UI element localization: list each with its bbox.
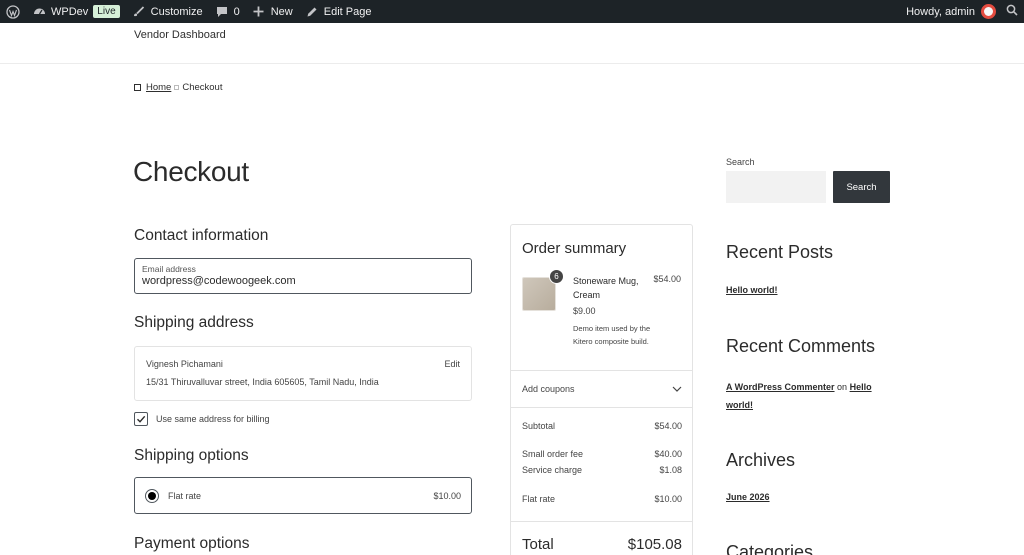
flat-rate-label: Flat rate (168, 490, 202, 501)
subtotal-row: Subtotal $54.00 (522, 421, 682, 431)
customize-label: Customize (150, 5, 203, 18)
comment-bubble-icon (215, 5, 229, 19)
flat-rate-summary-value: $10.00 (654, 494, 682, 504)
site-name: WPDev (51, 5, 89, 18)
checkmark-icon (137, 415, 146, 423)
shipping-options-heading: Shipping options (134, 447, 249, 464)
service-charge-row: Service charge $1.08 (522, 465, 682, 475)
chevron-down-icon (672, 384, 682, 394)
archive-link[interactable]: June 2026 (726, 492, 770, 502)
address-card: Vignesh Pichamani 15/31 Thiruvalluvar st… (134, 346, 472, 401)
header-divider (0, 63, 1024, 64)
payment-options-heading: Payment options (134, 535, 250, 552)
flat-rate-radio[interactable] (145, 488, 159, 503)
same-billing-row[interactable]: Use same address for billing (134, 412, 270, 426)
wordpress-logo-icon (6, 4, 20, 19)
recent-posts-heading: Recent Posts (726, 242, 834, 262)
dashboard-icon (32, 5, 46, 19)
subtotal-value: $54.00 (654, 421, 682, 431)
summary-divider (511, 521, 692, 522)
total-value: $105.08 (627, 536, 682, 553)
flat-rate-summary-label: Flat rate (522, 494, 556, 504)
recent-comment: A WordPress Commenter on Hello world! (726, 378, 886, 414)
new-label: New (270, 5, 293, 18)
sidebar-search-button[interactable]: Search (833, 171, 890, 203)
breadcrumb-separator-icon (174, 85, 180, 90)
categories-heading: Categories (726, 542, 814, 555)
email-label: Email address (142, 264, 196, 274)
wordpress-logo-item[interactable] (0, 0, 26, 23)
small-order-fee-row: Small order fee $40.00 (522, 449, 682, 459)
archives-heading: Archives (726, 450, 796, 470)
home-icon (134, 84, 141, 91)
flat-rate-summary-row: Flat rate $10.00 (522, 494, 682, 504)
flat-rate-price: $10.00 (433, 490, 461, 501)
customize-item[interactable]: Customize (126, 0, 209, 23)
paintbrush-icon (132, 5, 146, 19)
small-order-fee-value: $40.00 (654, 449, 682, 459)
total-row: Total $105.08 (522, 536, 682, 553)
live-badge: Live (93, 5, 120, 18)
product-description: Demo item used by the Kitero composite b… (573, 324, 651, 346)
sidebar-search-label: Search (726, 157, 755, 167)
edit-address-link[interactable]: Edit (444, 359, 460, 369)
total-label: Total (522, 536, 554, 553)
admin-bar-right: Howdy, admin (906, 0, 1018, 23)
flat-rate-option[interactable]: Flat rate $10.00 (134, 477, 472, 514)
summary-divider (511, 407, 692, 408)
recent-post-link[interactable]: Hello world! (726, 285, 778, 295)
edit-page-item[interactable]: Edit Page (299, 0, 378, 23)
edit-page-label: Edit Page (323, 5, 372, 18)
order-summary-heading: Order summary (522, 240, 627, 257)
email-field[interactable]: Email address wordpress@codewoogeek.com (134, 258, 472, 294)
subtotal-label: Subtotal (522, 421, 556, 431)
search-icon[interactable] (1006, 4, 1018, 19)
product-name: Stoneware Mug, Cream (573, 276, 639, 300)
pencil-icon (305, 5, 319, 19)
service-charge-value: $1.08 (659, 465, 682, 475)
contact-heading: Contact information (134, 227, 269, 244)
avatar[interactable] (981, 4, 996, 19)
recent-comments-heading: Recent Comments (726, 336, 876, 356)
page-title: Checkout (133, 156, 249, 187)
same-billing-checkbox[interactable] (134, 412, 148, 426)
comments-count: 0 (233, 5, 240, 18)
service-charge-label: Service charge (522, 465, 583, 475)
breadcrumb-home-link[interactable]: Home (146, 82, 171, 93)
account-greeting[interactable]: Howdy, admin (906, 0, 975, 23)
product-price: $54.00 (653, 274, 681, 284)
breadcrumb: Home Checkout (134, 82, 222, 93)
plus-icon (252, 5, 266, 19)
sidebar-search-input[interactable] (726, 171, 826, 203)
quantity-badge: 6 (549, 269, 564, 284)
order-summary-panel: Order summary 6 Stoneware Mug, Cream $54… (510, 224, 693, 555)
site-title[interactable]: Vendor Dashboard (134, 29, 226, 41)
summary-divider (511, 370, 692, 371)
site-name-item[interactable]: WPDev Live (26, 0, 126, 23)
comment-on-text: on (837, 382, 848, 392)
add-coupons-toggle[interactable]: Add coupons (522, 384, 682, 394)
comments-item[interactable]: 0 (209, 0, 246, 23)
breadcrumb-current: Checkout (182, 82, 223, 93)
admin-bar: WPDev Live Customize 0 New Edit Page How… (0, 0, 1024, 23)
small-order-fee-label: Small order fee (522, 449, 584, 459)
product-unit-price: $9.00 (573, 306, 596, 316)
add-coupons-label: Add coupons (522, 384, 575, 394)
email-value[interactable]: wordpress@codewoogeek.com (142, 275, 464, 287)
new-item[interactable]: New (246, 0, 299, 23)
address-line: 15/31 Thiruvalluvar street, India 605605… (146, 377, 379, 387)
same-billing-label: Use same address for billing (156, 414, 270, 424)
shipping-address-heading: Shipping address (134, 314, 254, 331)
address-name: Vignesh Pichamani (146, 359, 223, 369)
radio-selected-dot (148, 491, 156, 500)
comment-author-link[interactable]: A WordPress Commenter (726, 382, 835, 392)
